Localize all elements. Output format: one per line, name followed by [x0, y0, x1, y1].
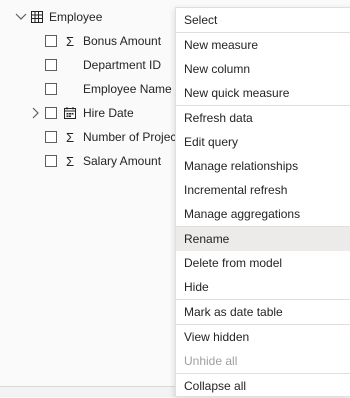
- checkbox[interactable]: [45, 83, 57, 95]
- field-row-bonus-amount[interactable]: Σ Bonus Amount: [0, 31, 175, 51]
- field-row-salary-amount[interactable]: Σ Salary Amount: [0, 151, 175, 171]
- field-label: Department ID: [83, 58, 162, 72]
- menu-item-new-column[interactable]: New column: [176, 57, 350, 81]
- table-name: Employee: [49, 10, 103, 24]
- menu-item-incremental-refresh[interactable]: Incremental refresh: [176, 178, 350, 202]
- menu-item-delete-from-model[interactable]: Delete from model: [176, 251, 350, 275]
- menu-item-refresh-data[interactable]: Refresh data: [176, 106, 350, 130]
- field-row-hire-date[interactable]: Hire Date: [0, 103, 175, 123]
- table-icon: [30, 10, 44, 24]
- menu-item-view-hidden[interactable]: View hidden: [176, 325, 350, 349]
- checkbox[interactable]: [45, 35, 57, 47]
- sigma-icon: Σ: [65, 153, 75, 169]
- menu-item-select[interactable]: Select: [176, 8, 350, 32]
- checkbox[interactable]: [45, 131, 57, 143]
- checkbox[interactable]: [45, 107, 57, 119]
- field-label: Number of Projects: [83, 130, 175, 144]
- chevron-right-icon[interactable]: [30, 107, 40, 119]
- menu-item-new-quick-measure[interactable]: New quick measure: [176, 81, 350, 105]
- menu-item-manage-relationships[interactable]: Manage relationships: [176, 154, 350, 178]
- field-row-department-id[interactable]: Department ID: [0, 55, 175, 75]
- field-label: Salary Amount: [83, 154, 162, 168]
- field-label: Hire Date: [83, 106, 134, 120]
- menu-item-unhide-all: Unhide all: [184, 354, 238, 368]
- checkbox[interactable]: [45, 59, 57, 71]
- menu-item-mark-as-date-table[interactable]: Mark as date table: [176, 300, 350, 324]
- field-label: Employee Name: [83, 82, 172, 96]
- field-row-employee-name[interactable]: Employee Name: [0, 79, 175, 99]
- calendar-icon: [64, 106, 76, 120]
- menu-item-manage-aggregations[interactable]: Manage aggregations: [176, 202, 350, 226]
- menu-item-edit-query[interactable]: Edit query: [176, 130, 350, 154]
- sigma-icon: Σ: [65, 33, 75, 49]
- menu-item-collapse-all[interactable]: Collapse all: [176, 374, 350, 398]
- chevron-down-icon[interactable]: [14, 10, 28, 24]
- sigma-icon: Σ: [65, 129, 75, 145]
- menu-item-new-measure[interactable]: New measure: [176, 33, 350, 57]
- checkbox[interactable]: [45, 155, 57, 167]
- menu-item-hide[interactable]: Hide: [176, 275, 350, 299]
- table-node-employee[interactable]: Employee: [14, 7, 102, 27]
- field-row-number-of-projects[interactable]: Σ Number of Projects: [0, 127, 175, 147]
- menu-item-rename[interactable]: Rename: [176, 227, 350, 251]
- field-label: Bonus Amount: [83, 34, 162, 48]
- context-menu: Select New measure New column New quick …: [175, 7, 350, 397]
